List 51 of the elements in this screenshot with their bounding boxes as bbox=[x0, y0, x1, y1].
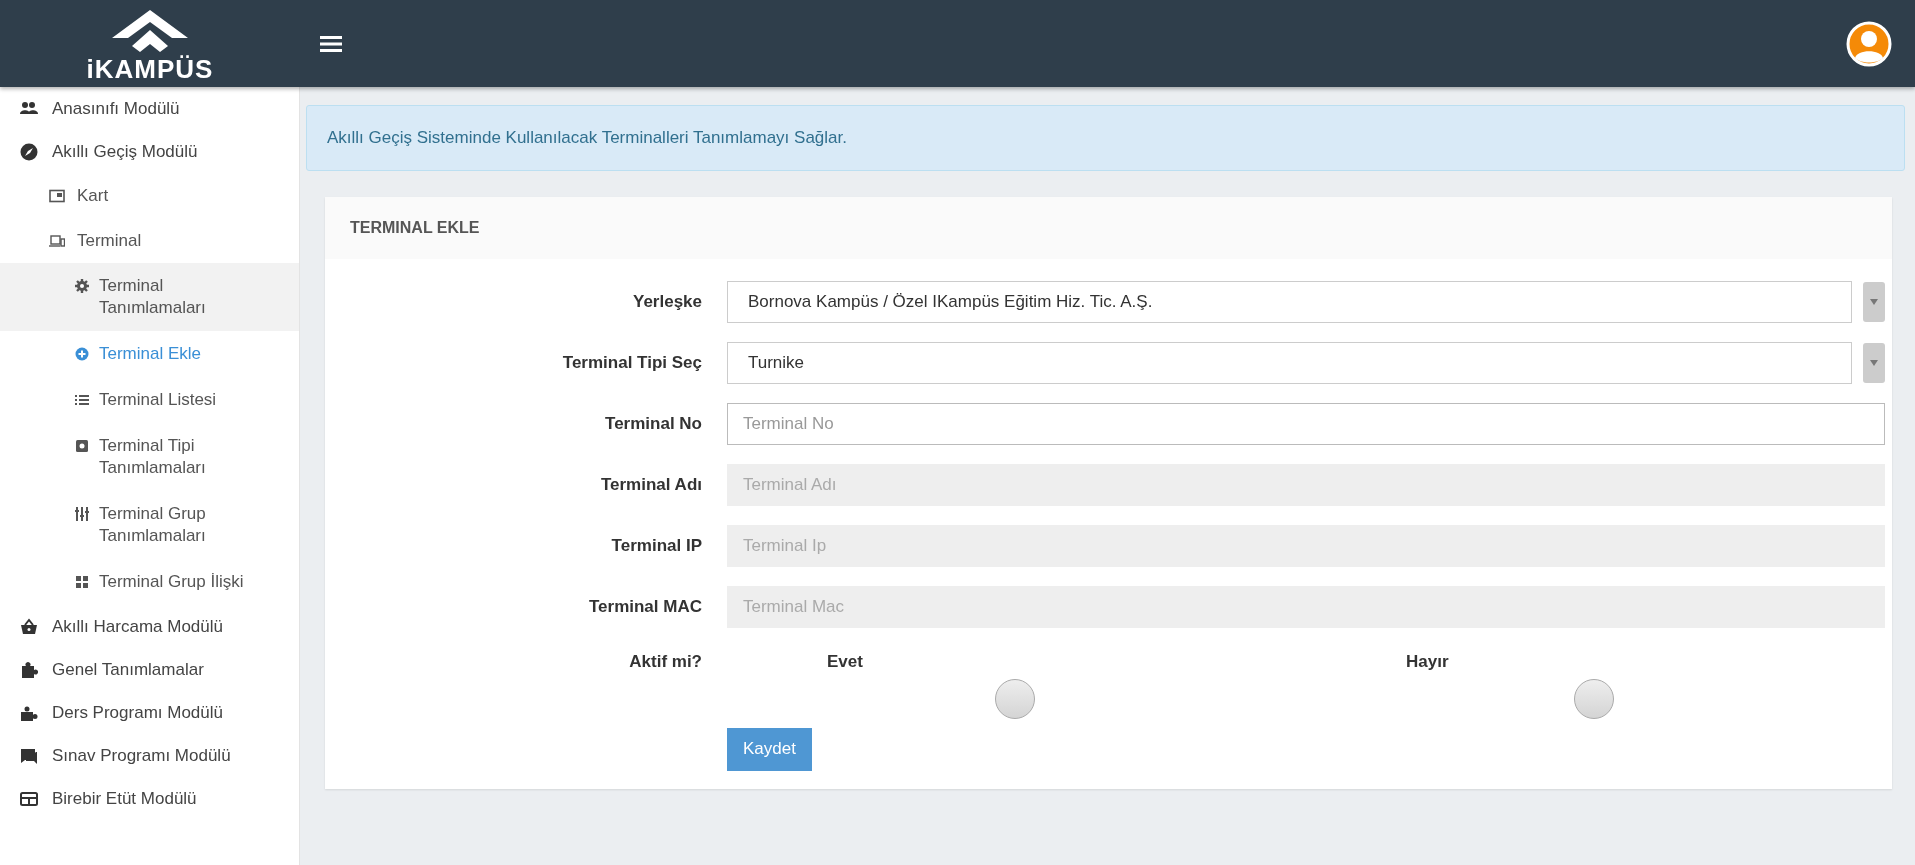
menu-item-icon bbox=[20, 142, 38, 161]
menu-item-icon bbox=[75, 507, 89, 521]
radio-label: Evet bbox=[826, 651, 864, 673]
dropdown-button[interactable] bbox=[1863, 281, 1885, 322]
field-label: Terminal IP bbox=[610, 534, 703, 557]
sidebar-item[interactable]: Akıllı Geçiş Modülü bbox=[0, 130, 299, 173]
field-label: Terminal Tipi Seç bbox=[561, 351, 703, 374]
logo-text: iKAMPÜS bbox=[86, 56, 214, 82]
field-label: Terminal MAC bbox=[587, 595, 703, 618]
text-input[interactable]: Terminal No bbox=[727, 402, 1885, 445]
sidebar-subitem[interactable]: Terminal Grup İlişki bbox=[0, 559, 299, 605]
card-title: TERMINAL EKLE bbox=[350, 219, 480, 237]
menu-item-icon bbox=[75, 439, 89, 453]
sidebar-item[interactable]: Genel Tanımlamalar bbox=[0, 648, 299, 691]
menu-icon[interactable] bbox=[320, 34, 342, 53]
sidebar-item[interactable]: Akıllı Harcama Modülü bbox=[0, 605, 299, 648]
field-label: Terminal Adı bbox=[599, 473, 703, 496]
menu-item-icon bbox=[75, 347, 89, 361]
select-field[interactable]: Bornova Kampüs / Özel IKampüs Eğitim Hiz. Tic. A.Ş. bbox=[727, 280, 1852, 323]
menu-item-icon bbox=[20, 746, 38, 765]
sidebar-item[interactable]: Sınav Programı Modülü bbox=[0, 734, 299, 777]
sidebar-item[interactable]: Anasınıfı Modülü bbox=[0, 87, 299, 130]
sidebar-subitem[interactable]: Terminal Tipi Tanımlamaları bbox=[0, 423, 299, 491]
sidebar-subitem[interactable]: Terminal Listesi bbox=[0, 377, 299, 423]
menu-item-icon bbox=[75, 393, 89, 407]
sidebar-item[interactable]: Ders Programı Modülü bbox=[0, 691, 299, 734]
field-label: Aktif mi? bbox=[628, 651, 703, 673]
menu-item-icon bbox=[20, 660, 38, 679]
user-avatar-icon[interactable] bbox=[1846, 20, 1892, 67]
sidebar-subitem[interactable]: Terminal Grup Tanımlamaları bbox=[0, 491, 299, 559]
dropdown-button[interactable] bbox=[1863, 342, 1885, 383]
menu-item-icon bbox=[75, 575, 89, 589]
select-field[interactable]: Turnike bbox=[727, 341, 1852, 384]
sidebar-subitem[interactable]: Terminal Tanımlamaları bbox=[0, 263, 299, 331]
radio-button[interactable] bbox=[1574, 679, 1614, 719]
menu-item-icon bbox=[49, 233, 65, 248]
field-label: Yerleşke bbox=[632, 290, 703, 313]
sidebar-item[interactable]: Birebir Etüt Modülü bbox=[0, 777, 299, 820]
caret-icon bbox=[1870, 359, 1878, 366]
sidebar-item[interactable]: Kart bbox=[0, 173, 299, 218]
radio-label: Hayır bbox=[1405, 651, 1450, 673]
caret-icon bbox=[1870, 298, 1878, 305]
roof-logo-icon bbox=[110, 8, 190, 54]
sidebar-item[interactable]: Terminal bbox=[0, 218, 299, 263]
menu-item-icon bbox=[20, 789, 38, 808]
info-text: Akıllı Geçiş Sisteminde Kullanılacak Terminalleri Tanımlamayı Sağlar. bbox=[327, 128, 847, 147]
menu-item-icon bbox=[49, 188, 65, 203]
menu-item-icon bbox=[20, 617, 38, 636]
field-label: Terminal No bbox=[604, 412, 703, 435]
menu-item-icon bbox=[75, 279, 89, 293]
radio-button[interactable] bbox=[995, 679, 1035, 719]
